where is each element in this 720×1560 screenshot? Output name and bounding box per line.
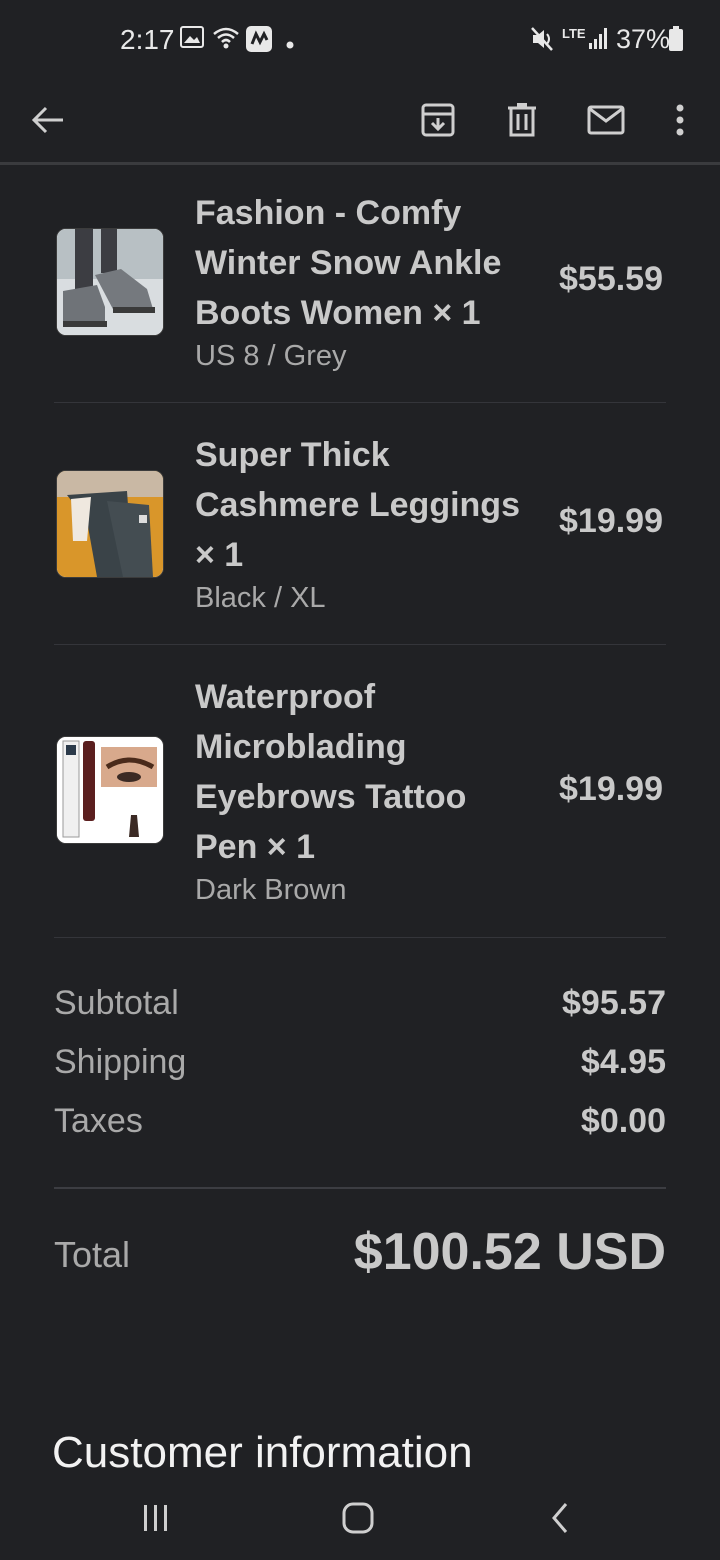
wifi-icon [212,26,240,55]
status-bar: 2:17 LTE 37% [0,0,720,84]
item-variant: Black / XL [195,582,326,614]
mute-icon [530,26,554,57]
back-icon [552,1503,568,1533]
back-arrow-icon [31,106,63,134]
nav-back-button[interactable] [530,1494,590,1542]
lte-indicator: LTE [562,26,586,41]
customer-information-heading: Customer information [52,1428,473,1477]
delete-button[interactable] [492,90,552,150]
item-variant: Dark Brown [195,874,347,906]
taxes-label: Taxes [54,1102,143,1140]
email-screen: 2:17 LTE 37% Fashion - Comfy Winter Snow… [0,0,720,1560]
gallery-icon [180,26,204,53]
summary-divider [54,1187,666,1189]
item-divider [54,402,666,403]
item-variant: US 8 / Grey [195,340,347,372]
back-button[interactable] [18,90,78,150]
home-icon [342,1502,374,1534]
more-vert-icon [676,104,684,136]
battery-icon [668,26,684,57]
mail-icon [587,105,625,135]
order-item: Waterproof Microblading Eyebrows Tattoo … [54,672,666,922]
order-item: Fashion - Comfy Winter Snow Ankle Boots … [54,188,666,388]
order-item: Super Thick Cashmere Leggings × 1 Black … [54,430,666,630]
item-divider [54,644,666,645]
status-time: 2:17 [120,24,175,55]
subtotal-value: $95.57 [562,984,666,1022]
dot-icon [286,36,294,54]
recent-apps-icon [144,1505,167,1531]
item-name: Super Thick Cashmere Leggings × 1 [195,436,520,574]
item-name: Fashion - Comfy Winter Snow Ankle Boots … [195,194,502,332]
item-price: $55.59 [559,260,663,298]
item-name: Waterproof Microblading Eyebrows Tattoo … [195,678,467,866]
system-navigation-bar [0,1476,720,1560]
home-button[interactable] [328,1494,388,1542]
total-value: $100.52 USD [353,1223,666,1281]
recent-apps-button[interactable] [126,1494,186,1542]
product-image-eyebrow-pen[interactable] [56,736,164,844]
email-toolbar [0,84,720,164]
mark-unread-button[interactable] [576,90,636,150]
shipping-label: Shipping [54,1043,187,1081]
more-options-button[interactable] [650,90,710,150]
item-divider [54,937,666,938]
total-label: Total [54,1234,131,1275]
archive-icon [421,103,455,137]
delete-icon [508,103,536,137]
item-price: $19.99 [559,502,663,540]
shipping-value: $4.95 [580,1043,666,1081]
app-notification-icon [246,26,272,57]
toolbar-divider [0,162,720,165]
product-image-leggings[interactable] [56,470,164,578]
taxes-value: $0.00 [580,1102,666,1140]
item-price: $19.99 [559,770,663,808]
product-image-boots[interactable] [56,228,164,336]
subtotal-label: Subtotal [54,984,179,1022]
archive-button[interactable] [408,90,468,150]
signal-icon [588,26,610,55]
battery-percent: 37% [616,24,671,54]
